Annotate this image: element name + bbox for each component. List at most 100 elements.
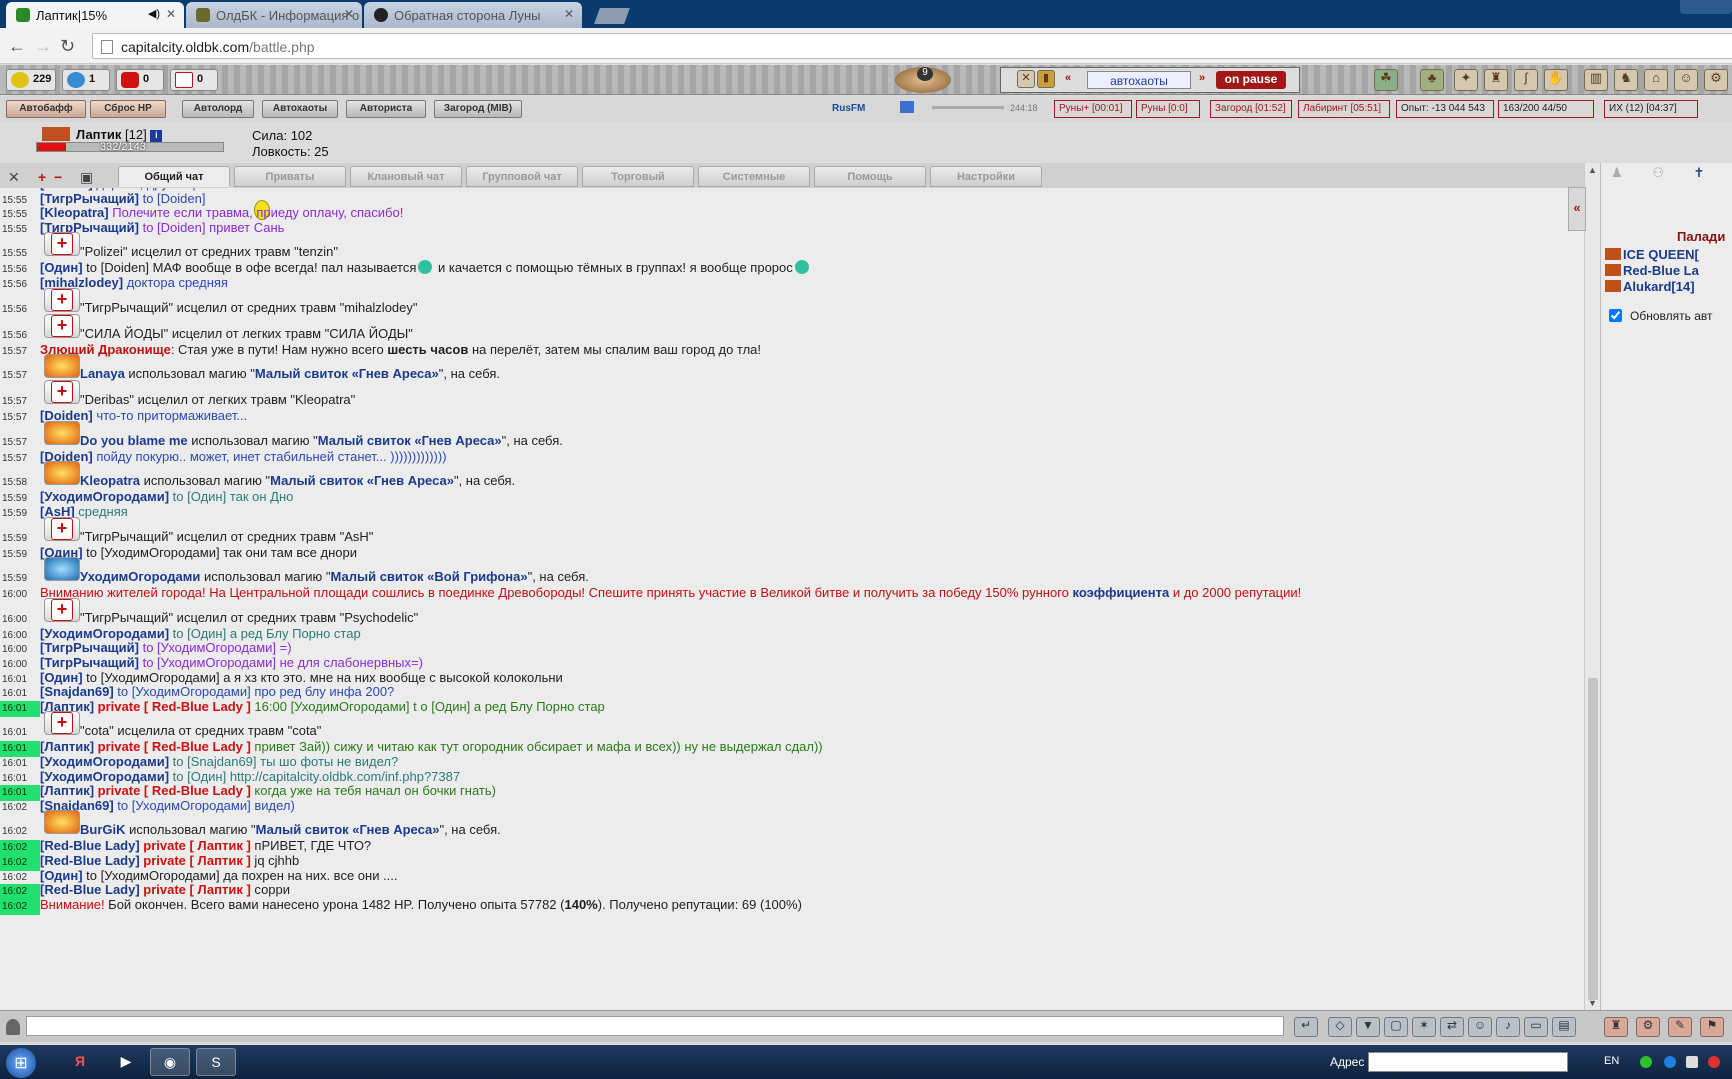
- skype-icon[interactable]: S: [196, 1048, 236, 1076]
- language-indicator[interactable]: EN: [1604, 1055, 1619, 1067]
- message-author[interactable]: [Один]: [40, 670, 83, 685]
- person-icon[interactable]: ☺: [1674, 69, 1698, 91]
- potion-item[interactable]: 9: [895, 67, 951, 93]
- back-arrow-icon[interactable]: ←: [8, 36, 26, 57]
- message-author[interactable]: [УходимОгородами]: [40, 754, 169, 769]
- autobattle-prev-button[interactable]: «: [1065, 72, 1071, 84]
- scrollbar-thumb[interactable]: [1588, 678, 1598, 1000]
- microphone-icon[interactable]: ♪: [1496, 1017, 1520, 1037]
- group-icon[interactable]: ⚇: [1652, 165, 1664, 180]
- message-author[interactable]: [Red-Blue Lady]: [40, 838, 140, 853]
- message-time[interactable]: 15:56: [0, 277, 40, 293]
- monitor-icon[interactable]: ▢: [1384, 1017, 1408, 1037]
- message-time[interactable]: 15:57: [0, 410, 40, 426]
- scroll-down-icon[interactable]: ▼: [1588, 998, 1597, 1008]
- chart-icon[interactable]: ▥: [1584, 69, 1608, 91]
- message-time[interactable]: 16:01: [0, 700, 40, 717]
- heart-counter[interactable]: 0: [116, 69, 164, 91]
- bag-icon[interactable]: ♜: [1604, 1017, 1628, 1037]
- autolord-button[interactable]: Автолорд: [182, 100, 254, 118]
- cross-icon[interactable]: ✝: [1694, 165, 1705, 180]
- new-tab-button[interactable]: [594, 8, 630, 24]
- auto-refresh-checkbox[interactable]: [1609, 309, 1622, 322]
- globe-counter[interactable]: 1: [62, 69, 110, 91]
- bag-icon[interactable]: ♜: [1484, 69, 1508, 91]
- tab-general-chat[interactable]: Общий чат: [118, 166, 230, 187]
- close-icon[interactable]: ✕: [166, 7, 176, 21]
- start-button[interactable]: ⊞: [6, 1048, 36, 1078]
- window-icon[interactable]: ▤: [1552, 1017, 1576, 1037]
- yandex-icon[interactable]: Я: [60, 1048, 100, 1076]
- hand-icon[interactable]: ✋: [1544, 69, 1568, 91]
- ih-timer[interactable]: ИХ (12) [04:37]: [1604, 100, 1698, 118]
- player-name[interactable]: Лаптик [12] i: [76, 127, 163, 142]
- scroll-up-icon[interactable]: ▲: [1588, 165, 1597, 175]
- suburb-mib-button[interactable]: Загород (MIB): [434, 100, 522, 118]
- eraser-icon[interactable]: ◇: [1328, 1017, 1352, 1037]
- private-tag[interactable]: private [ Лаптик ]: [140, 853, 251, 868]
- labyrinth-timer[interactable]: Лабиринт [05:51]: [1298, 100, 1390, 118]
- message-author[interactable]: [Один]: [40, 260, 83, 275]
- message-author[interactable]: [Snajdan69]: [40, 684, 114, 699]
- volume-slider[interactable]: [932, 106, 1004, 109]
- message-author[interactable]: [Лаптик]: [40, 739, 94, 754]
- magic-icon[interactable]: ✶: [1412, 1017, 1436, 1037]
- footprints-icon[interactable]: ʃ: [1514, 69, 1538, 91]
- message-time[interactable]: 15:57: [0, 368, 40, 384]
- message-time[interactable]: 15:59: [0, 547, 40, 563]
- private-tag[interactable]: private [ Red-Blue Lady ]: [94, 699, 251, 714]
- message-author[interactable]: [УходимОгородами]: [40, 769, 169, 784]
- book-icon[interactable]: ▮: [1037, 70, 1055, 88]
- autobuff-button[interactable]: Автобафф: [6, 100, 86, 118]
- private-tag[interactable]: private [ Red-Blue Lady ]: [94, 783, 251, 798]
- message-author[interactable]: [ТигрРычащий]: [40, 655, 139, 670]
- coin-counter[interactable]: 229: [6, 69, 56, 91]
- message-author[interactable]: [Red-Blue Lady]: [40, 882, 140, 897]
- network-icon[interactable]: [1640, 1056, 1652, 1068]
- smiley-icon[interactable]: ☺: [1468, 1017, 1492, 1037]
- panel-member[interactable]: Alukard[14]: [1605, 279, 1695, 294]
- skype-tray-icon[interactable]: [1664, 1056, 1676, 1068]
- tab-privates[interactable]: Приваты: [234, 166, 346, 187]
- auto-refresh-option[interactable]: Обновлять авт: [1609, 309, 1712, 323]
- runes-timer[interactable]: Руны [0:0]: [1136, 100, 1200, 118]
- speaker-icon[interactable]: [6, 1019, 20, 1035]
- tab-clan-chat[interactable]: Клановый чат: [350, 166, 462, 187]
- panel-member[interactable]: ICE QUEEN[: [1605, 247, 1699, 262]
- chat-bubble-icon[interactable]: ▭: [1524, 1017, 1548, 1037]
- tab-settings[interactable]: Настройки: [930, 166, 1042, 187]
- map-icon[interactable]: ☘: [1374, 69, 1398, 91]
- translit-icon[interactable]: ⇄: [1440, 1017, 1464, 1037]
- message-time[interactable]: 15:57: [0, 451, 40, 467]
- chat-scrollbar[interactable]: ▲ ▼: [1584, 163, 1600, 1010]
- zoom-in-icon[interactable]: +: [38, 169, 46, 185]
- message-time[interactable]: 15:55: [0, 222, 40, 238]
- autochaos-button[interactable]: Автохаоты: [262, 100, 338, 118]
- autorista-button[interactable]: Авториста: [346, 100, 426, 118]
- panel-member[interactable]: Red-Blue La: [1605, 263, 1699, 278]
- settings-icon[interactable]: ⚙: [1704, 69, 1728, 91]
- message-author[interactable]: [УходимОгородами]: [40, 489, 169, 504]
- message-author[interactable]: [ТигрРычащий]: [40, 191, 139, 206]
- private-tag[interactable]: private [ Red-Blue Lady ]: [94, 739, 251, 754]
- message-author[interactable]: [ТигрРычащий]: [40, 640, 139, 655]
- flag-icon[interactable]: [1708, 1056, 1720, 1068]
- flag-icon[interactable]: ⚑: [1700, 1017, 1724, 1037]
- tab-help[interactable]: Помощь: [814, 166, 926, 187]
- browser-tab[interactable]: Обратная сторона Луны ✕: [364, 2, 582, 28]
- tab-trade[interactable]: Торговый: [582, 166, 694, 187]
- media-player-icon[interactable]: ▶: [106, 1048, 146, 1076]
- message-time[interactable]: 16:00: [0, 587, 40, 603]
- private-tag[interactable]: private [ Лаптик ]: [140, 838, 251, 853]
- close-icon[interactable]: ✕: [344, 7, 354, 21]
- pause-icon[interactable]: [900, 101, 914, 113]
- reload-icon[interactable]: ↻: [60, 36, 75, 57]
- enter-icon[interactable]: ↵: [1294, 1017, 1318, 1037]
- message-author[interactable]: [УходимОгородами]: [40, 626, 169, 641]
- gears-icon[interactable]: ⚙: [1636, 1017, 1660, 1037]
- gear-icon[interactable]: ✦: [1454, 69, 1478, 91]
- message-author[interactable]: [Один]: [40, 868, 83, 883]
- message-time[interactable]: 15:57: [0, 344, 40, 360]
- message-time[interactable]: 15:59: [0, 506, 40, 522]
- reset-hp-button[interactable]: Сброс HP: [90, 100, 166, 118]
